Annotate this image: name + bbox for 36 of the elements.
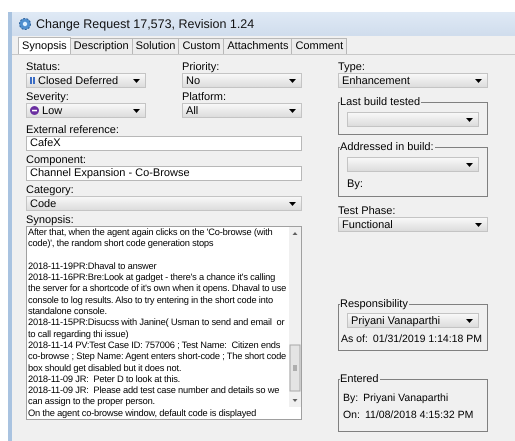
tab[interactable]: Synopsis [18, 37, 71, 54]
dropdown[interactable]: Functional [338, 217, 488, 232]
field-label: Platform: [182, 91, 228, 103]
dropdown[interactable]: All [182, 103, 302, 118]
field-label: Priority: [182, 61, 220, 73]
input-field[interactable]: Channel Expansion - Co-Browse [26, 166, 302, 181]
window-title: Change Request 17,573, Revision 1.24 [36, 17, 254, 31]
text-area-content: After that, when the agent again clicks on the 'Co-browse (with code)', the random short code generation stops 2018-11-19PR:Dhaval to answer 2018-11-16PR:Bre:Look at gadget - there's a chance it's calling the server for a shortcode of it's own when it opens. Dhaval to use console to log results. Also to try entering in the short code into standalone console. 2018-11-15PR:Disucss with Janine( Usman to send and email or to call regarding thi issue) 2018-11-14 PV:Test Case ID: 757006 ; Test Name: Citizen ends co-browse ; Step Name: Agent enters short-code ; The short code box should get disabled but it does not. 2018-11-09 JR: Peter D to look at this. 2018-11-09 JR: Please add test case number and details so we can assign to the proper person. On the agent co-browse window, default code is displayed [27, 227, 288, 420]
field-label: By: [347, 178, 364, 190]
field-label: Severity: [26, 91, 70, 103]
field-value: 11/08/2018 4:15:32 PM [364, 409, 474, 421]
field-label: Synopsis: [26, 214, 75, 226]
tab[interactable]: Description [70, 38, 133, 54]
field-label: Test Phase: [338, 205, 396, 217]
field-label: Type: [338, 61, 366, 73]
dropdown[interactable]: Priyani Vanaparthi [347, 313, 479, 328]
tab[interactable]: Comment [291, 38, 348, 54]
tab[interactable]: Solution [132, 38, 180, 54]
field-label: Category: [26, 184, 75, 196]
tab[interactable]: Attachments [223, 38, 292, 54]
dropdown[interactable]: Code [26, 196, 302, 211]
tab[interactable]: Custom [178, 38, 224, 54]
dropdown[interactable]: No [182, 73, 302, 88]
dropdown[interactable]: Low [26, 103, 146, 118]
dropdown[interactable]: Enhancement [338, 73, 488, 88]
dropdown[interactable]: Closed Deferred [26, 73, 146, 88]
field-label: External reference: [26, 124, 120, 136]
field-value: Priyani Vanaparthi [363, 392, 448, 404]
field-label: By: [343, 392, 358, 404]
field-label: On: [343, 409, 360, 421]
field-label: As of: [341, 333, 368, 345]
field-value: 01/31/2019 1:14:18 PM [372, 333, 482, 345]
input-field[interactable]: CafeX [26, 136, 302, 151]
field-label: Component: [26, 154, 87, 166]
field-label: Status: [26, 61, 62, 73]
group-label: Responsibility [340, 298, 409, 311]
